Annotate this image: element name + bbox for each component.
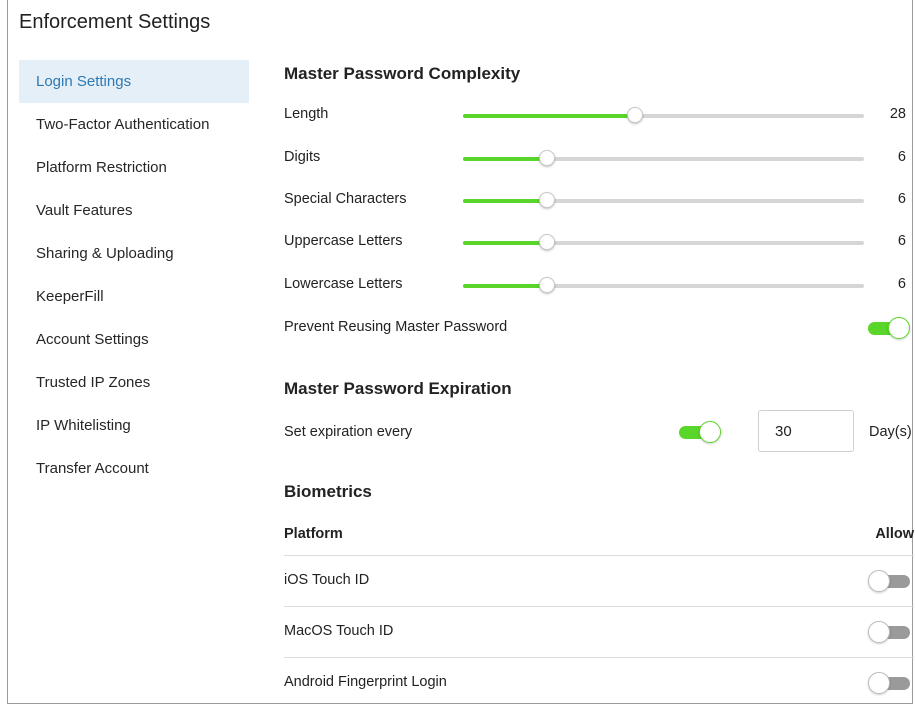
sidebar-item-transfer-account[interactable]: Transfer Account [19,447,249,490]
uppercase-slider-row: Uppercase Letters 6 [284,227,906,257]
digits-value: 6 [897,149,906,165]
platform-column-header: Platform [284,526,343,542]
biometrics-row-ios-touch-id: iOS Touch ID [284,555,914,607]
uppercase-label: Uppercase Letters [284,233,403,249]
lowercase-slider-row: Lowercase Letters 6 [284,270,906,300]
expiration-section-title: Master Password Expiration [284,379,512,398]
digits-slider-row: Digits 6 [284,143,906,173]
biometrics-section-title: Biometrics [284,482,372,501]
biometrics-row-android-fingerprint: Android Fingerprint Login [284,657,914,709]
ios-touch-id-label: iOS Touch ID [284,572,370,588]
uppercase-value: 6 [897,233,906,249]
sidebar-item-account-settings[interactable]: Account Settings [19,318,249,361]
lowercase-value: 6 [897,276,906,292]
digits-slider-fill [463,157,548,161]
special-characters-label: Special Characters [284,191,407,207]
lowercase-slider-fill [463,284,548,288]
expiration-label: Set expiration every [284,424,413,440]
android-fingerprint-toggle[interactable] [868,672,912,694]
page-title: Enforcement Settings [19,11,211,33]
uppercase-slider-fill [463,241,548,245]
expiration-unit-label: Day(s) [869,424,912,440]
length-value: 28 [889,106,906,122]
sidebar-item-platform-restriction[interactable]: Platform Restriction [19,146,249,189]
special-characters-slider-row: Special Characters 6 [284,185,906,215]
complexity-section-title: Master Password Complexity [284,64,521,83]
prevent-reuse-toggle[interactable] [866,317,910,339]
android-fingerprint-label: Android Fingerprint Login [284,674,447,690]
length-label: Length [284,106,329,122]
sidebar-item-login-settings[interactable]: Login Settings [19,60,249,103]
length-slider-fill [463,114,636,118]
toggle-knob [868,621,890,643]
sidebar-item-vault-features[interactable]: Vault Features [19,189,249,232]
special-characters-slider-thumb[interactable] [539,192,556,208]
sidebar-item-trusted-ip-zones[interactable]: Trusted IP Zones [19,361,249,404]
uppercase-slider[interactable] [463,234,864,250]
sidebar-item-two-factor-authentication[interactable]: Two-Factor Authentication [19,103,249,146]
toggle-knob [699,421,721,443]
expiration-days-input[interactable] [758,410,854,452]
sidebar-nav: Login Settings Two-Factor Authentication… [19,60,249,490]
sidebar-item-ip-whitelisting[interactable]: IP Whitelisting [19,404,249,447]
digits-label: Digits [284,149,321,165]
length-slider-row: Length 28 [284,100,906,130]
lowercase-slider-thumb[interactable] [539,277,556,293]
special-characters-slider-fill [463,199,548,203]
prevent-reuse-label: Prevent Reusing Master Password [284,319,508,335]
settings-window: Enforcement Settings Login Settings Two-… [7,0,914,704]
settings-panel: Master Password Complexity Length 28 Dig… [284,0,914,704]
toggle-knob [868,570,890,592]
macos-touch-id-label: MacOS Touch ID [284,623,394,639]
ios-touch-id-toggle[interactable] [868,570,912,592]
digits-slider[interactable] [463,150,864,166]
sidebar-item-keeperfill[interactable]: KeeperFill [19,275,249,318]
length-slider[interactable] [463,107,864,123]
special-characters-value: 6 [897,191,906,207]
lowercase-slider[interactable] [463,277,864,293]
expiration-toggle[interactable] [677,421,721,443]
special-characters-slider[interactable] [463,192,864,208]
biometrics-table-header: Platform Allow [284,524,914,554]
length-slider-thumb[interactable] [627,107,644,123]
macos-touch-id-toggle[interactable] [868,621,912,643]
allow-column-header: Allow [875,526,914,542]
biometrics-row-macos-touch-id: MacOS Touch ID [284,606,914,658]
prevent-reuse-row: Prevent Reusing Master Password [284,313,910,343]
sidebar-item-sharing-uploading[interactable]: Sharing & Uploading [19,232,249,275]
digits-slider-thumb[interactable] [539,150,556,166]
toggle-knob [888,317,910,339]
lowercase-label: Lowercase Letters [284,276,403,292]
toggle-knob [868,672,890,694]
uppercase-slider-thumb[interactable] [539,234,556,250]
